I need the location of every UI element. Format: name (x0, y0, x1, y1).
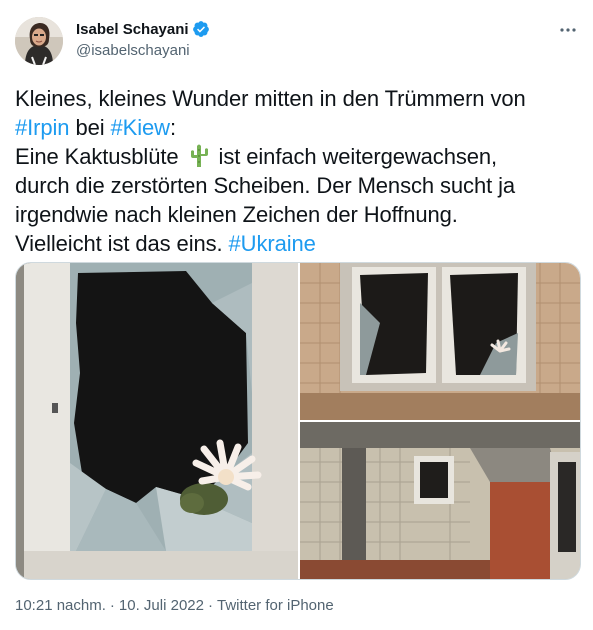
tweet-text: Kleines, kleines Wunder mitten in den Tr… (15, 84, 580, 258)
author-display-name[interactable]: Isabel Schayani (76, 21, 189, 38)
cactus-icon (187, 142, 211, 168)
tweet-time[interactable]: 10:21 nachm. (15, 597, 106, 614)
ellipsis-icon[interactable] (557, 22, 579, 38)
tweet-text-line1: Kleines, kleines Wunder mitten in den Tr… (15, 86, 526, 111)
hashtag-kiew[interactable]: #Kiew (111, 115, 171, 140)
tweet-text-bei: bei (69, 115, 111, 140)
meta-separator: · (207, 597, 213, 614)
tweet-meta: 10:21 nachm. · 10. Juli 2022 · Twitter f… (15, 597, 334, 614)
meta-separator: · (109, 597, 115, 614)
tweet-text-line3-end: ist einfach weitergewachsen, (212, 144, 498, 169)
tweet-text-line5: irgendwie nach kleinen Zeichen der Hoffn… (15, 202, 458, 227)
tweet-text-line4: durch die zerstörten Scheiben. Der Mensc… (15, 173, 516, 198)
tweet-text-line3-start: Eine Kaktusblüte (15, 144, 185, 169)
photo-cactus-window[interactable] (16, 263, 298, 579)
tweet-date[interactable]: 10. Juli 2022 (119, 597, 204, 614)
avatar[interactable] (15, 17, 63, 65)
tweet-text-line6: Vielleicht ist das eins. (15, 231, 229, 256)
tweet-client[interactable]: Twitter for iPhone (217, 597, 334, 614)
hashtag-irpin[interactable]: #Irpin (15, 115, 70, 140)
author-name-row[interactable]: Isabel Schayani (76, 20, 210, 38)
tweet-text-colon: : (169, 115, 176, 140)
author-handle[interactable]: @isabelschayani (76, 42, 190, 59)
photo-building-window-upper[interactable] (300, 263, 580, 420)
media-grid (15, 262, 581, 580)
hashtag-ukraine[interactable]: #Ukraine (229, 231, 316, 256)
verified-badge-icon (192, 20, 210, 38)
tweet-card: Isabel Schayani @isabelschayani Kleines,… (0, 0, 593, 630)
photo-building-facade[interactable] (300, 422, 580, 579)
